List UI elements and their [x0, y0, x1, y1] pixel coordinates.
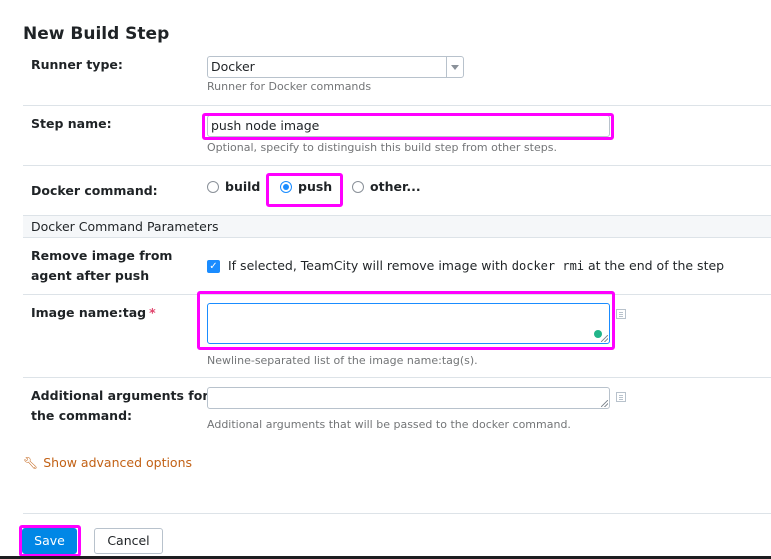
remove-image-row: Remove image from agent after push ✓ If … — [23, 238, 771, 294]
image-name-note: Newline-separated list of the image name… — [207, 354, 478, 367]
radio-circle[interactable] — [207, 180, 219, 193]
additional-args-label-line1: Additional arguments for — [31, 388, 209, 403]
image-name-row: Image name:tag* mercybassey/teamcity-nod… — [23, 294, 771, 377]
show-advanced-options-link[interactable]: 🔧︎ Show advanced options — [23, 455, 192, 470]
remove-image-checkbox[interactable]: ✓ — [207, 260, 220, 273]
radio-build-label: build — [225, 179, 261, 194]
show-advanced-options-label: Show advanced options — [43, 455, 193, 470]
radio-build[interactable]: build — [207, 179, 260, 194]
step-name-note: Optional, specify to distinguish this bu… — [207, 141, 557, 154]
image-name-label-text: Image name:tag — [31, 305, 147, 320]
cancel-button[interactable]: Cancel — [94, 528, 163, 554]
step-name-label: Step name: — [31, 116, 112, 131]
runner-type-label: Runner type: — [31, 57, 123, 72]
remove-image-text-after: at the end of the step — [588, 258, 725, 273]
footer-divider — [23, 513, 771, 514]
resize-handle[interactable] — [601, 400, 608, 407]
expand-editor-icon[interactable] — [616, 309, 626, 319]
section-header: Docker Command Parameters — [23, 215, 771, 238]
runner-type-row: Runner type: Docker Runner for Docker co… — [23, 50, 771, 105]
radio-push-label: push — [298, 179, 333, 194]
additional-args-textarea[interactable] — [207, 387, 610, 409]
remove-image-label-line2: agent after push — [31, 268, 150, 283]
remove-image-text-before: If selected, TeamCity will remove image … — [228, 258, 508, 273]
radio-circle-selected[interactable] — [280, 180, 292, 193]
radio-other[interactable]: other... — [352, 179, 421, 194]
radio-push[interactable]: push — [280, 179, 332, 194]
page-title: New Build Step — [23, 24, 170, 44]
image-name-label: Image name:tag * — [31, 303, 156, 323]
additional-args-label: Additional arguments for the command: — [31, 386, 208, 426]
radio-other-label: other... — [370, 179, 421, 194]
additional-args-note: Additional arguments that will be passed… — [207, 418, 571, 431]
docker-command-label: Docker command: — [31, 183, 158, 198]
step-name-row: Step name: push node image Optional, spe… — [23, 105, 771, 165]
runner-type-select[interactable]: Docker — [207, 56, 464, 78]
docker-command-row: Docker command: build push other... — [23, 165, 771, 215]
wrench-icon: 🔧︎ — [23, 455, 39, 470]
resize-handle[interactable] — [601, 335, 608, 342]
required-mark: * — [149, 305, 156, 320]
runner-type-note: Runner for Docker commands — [207, 80, 372, 93]
runner-type-value: Docker — [211, 59, 255, 74]
chevron-down-icon[interactable] — [446, 57, 463, 77]
additional-args-row: Additional arguments for the command: Ad… — [23, 377, 771, 442]
save-button[interactable]: Save — [22, 528, 77, 554]
remove-image-label: Remove image from agent after push — [31, 246, 172, 286]
step-name-input[interactable]: push node image — [207, 115, 610, 137]
image-name-textarea[interactable]: mercybassey/teamcity-node-build:mynodeap… — [207, 303, 610, 344]
remove-image-code: docker rmi — [511, 259, 585, 273]
additional-args-label-line2: the command: — [31, 408, 133, 423]
radio-circle[interactable] — [352, 180, 364, 193]
remove-image-label-line1: Remove image from — [31, 248, 173, 263]
remove-image-description: If selected, TeamCity will remove image … — [228, 258, 724, 273]
expand-editor-icon[interactable] — [616, 392, 626, 402]
